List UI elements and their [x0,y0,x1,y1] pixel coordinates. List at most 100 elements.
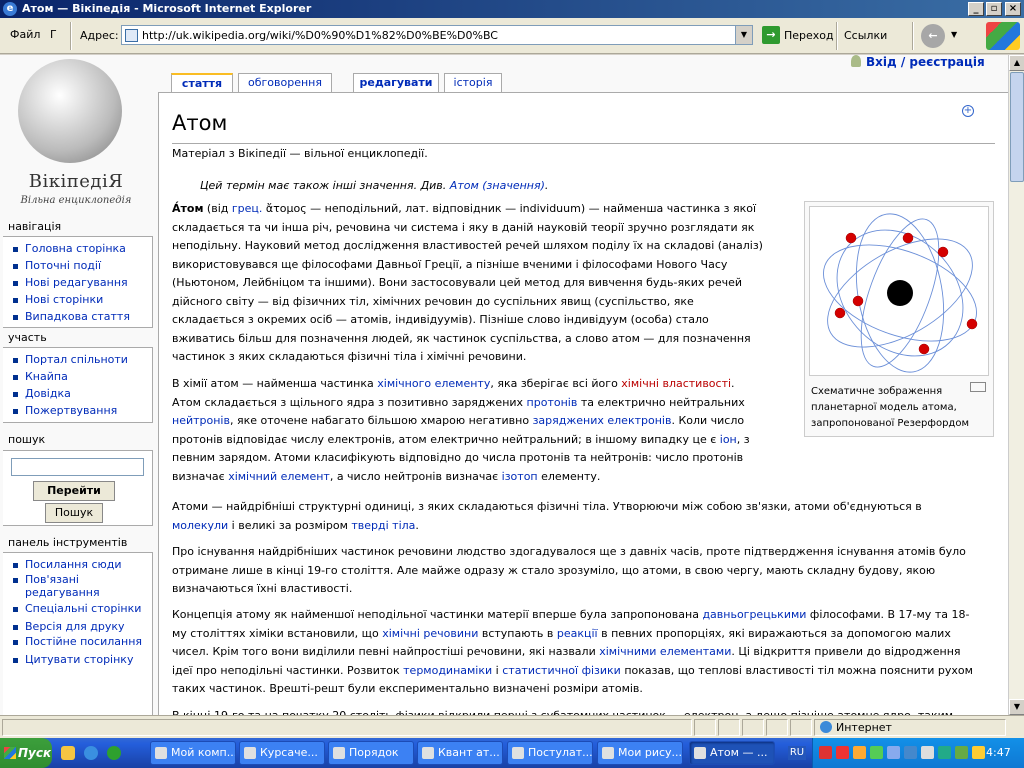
tray-icon[interactable] [836,746,849,759]
url-input[interactable] [142,28,732,43]
window-title: Атом — Вікіпедія - Microsoft Internet Ex… [22,2,312,15]
electrons-link[interactable]: заряджених електронів [533,414,672,427]
go-button[interactable]: → Переход [762,26,834,46]
atom-model-icon [823,213,978,373]
greek-link[interactable]: грец. [232,202,263,215]
text: . [415,518,419,532]
close-button[interactable]: × [1005,2,1021,16]
task-ie-window[interactable]: Постулат... [507,741,593,765]
thermodynamics-link[interactable]: термодинаміки [403,664,492,677]
minimize-button[interactable]: _ [968,2,984,16]
nav-help[interactable]: Довідка [11,385,152,402]
vertical-scrollbar[interactable]: ▲ ▼ [1008,55,1024,715]
scroll-thumb[interactable] [1010,72,1024,182]
search-button[interactable]: Пошук [45,503,103,523]
menu-file[interactable]: Файл [10,28,40,41]
ion-link[interactable]: іон [720,433,737,446]
task-ie-window[interactable]: Квант ат... [417,741,503,765]
menu-edit[interactable]: Г [50,28,57,41]
dablink-link[interactable]: Атом (значення) [450,179,545,192]
folder-quicklaunch-icon[interactable] [61,746,75,760]
tool-special-pages[interactable]: Спеціальні сторінки [11,602,152,618]
tab-history[interactable]: історія [444,73,502,92]
tab-discussion[interactable]: обговорення [238,73,332,92]
login-link[interactable]: Вхід / реєстрація [851,55,985,69]
molecules-link[interactable]: молекули [172,519,228,532]
page-viewport[interactable]: ВікіпедіЯ Вільна енциклопедія навігація … [0,55,1008,715]
language-indicator[interactable]: RU [788,746,806,760]
start-button[interactable]: Пуск [0,738,52,768]
ancient-greek-link[interactable]: давньогрецькими [702,608,806,621]
tray-icon[interactable] [955,746,968,759]
stat-physics-link[interactable]: статистичної фізики [502,664,621,677]
nav-new-pages[interactable]: Нові сторінки [11,291,152,308]
ie-quicklaunch-icon[interactable] [84,746,98,760]
task-folder[interactable]: Мои рису... [597,741,683,765]
magnify-icon[interactable] [970,382,986,392]
tool-permanent-link[interactable]: Постійне посилання [11,635,152,651]
nav-recent-changes[interactable]: Нові редагування [11,274,152,291]
task-my-computer[interactable]: Мой комп... [150,741,236,765]
address-dropdown-icon[interactable]: ▼ [735,26,752,44]
paragraph-1-line: (Ньютоном, Лейбніцом та іншими). Вони за… [172,276,743,289]
media-quicklaunch-icon[interactable] [107,746,121,760]
atom-image[interactable] [809,206,989,376]
chem-properties-redlink[interactable]: хімічні властивості [621,377,731,390]
nav-donate[interactable]: Пожертвування [11,402,152,419]
chem-substances-link[interactable]: хімічні речовини [382,627,478,640]
back-dropdown-icon[interactable]: ▼ [951,30,957,39]
tab-edit[interactable]: редагувати [353,73,439,92]
wikipedia-logo[interactable]: ВікіпедіЯ Вільна енциклопедія [10,57,140,212]
chem-elements-link[interactable]: хімічними елементами [599,645,731,658]
tray-icon[interactable] [904,746,917,759]
text: . [731,377,735,390]
volume-icon[interactable] [921,746,934,759]
chemical-element-link[interactable]: хімічний елемент [228,470,330,483]
search-go-button[interactable]: Перейти [33,481,115,501]
isotope-link[interactable]: ізотоп [502,470,538,483]
status-cell [718,719,740,736]
tab-article[interactable]: стаття [171,73,233,93]
scroll-down-icon[interactable]: ▼ [1009,699,1024,715]
paragraph-5-line: таких частинок. Врешті-решт були експери… [172,682,643,695]
paragraph-2-line: Атом складається з щільного ядра з позит… [172,394,802,413]
tray-icon[interactable] [938,746,951,759]
neutrons-link[interactable]: нейтронів [172,414,230,427]
paragraph-1-line: використовувався ще філософами Давньої Г… [172,257,728,271]
chem-element-link[interactable]: хімічного елементу [377,377,490,390]
tool-related-changes[interactable]: Пов'язані редагування [11,573,152,602]
tray-icon[interactable] [870,746,883,759]
protons-link[interactable]: протонів [527,396,578,409]
nav-current-events[interactable]: Поточні події [11,257,152,274]
text: , а число нейтронів визначає [329,469,502,483]
nav-main-page[interactable]: Головна сторінка [11,240,152,257]
links-button[interactable]: Ссылки [844,29,887,42]
tool-cite-page[interactable]: Цитувати сторінку [11,651,152,668]
tray-icon[interactable] [819,746,832,759]
nav-random-article[interactable]: Випадкова стаття [11,308,152,325]
tool-printable-version[interactable]: Версія для друку [11,618,152,635]
expand-plus-icon[interactable]: + [962,105,974,117]
task-folder[interactable]: Порядок [328,741,414,765]
text: протонів відповідає числу електронів, ат… [172,432,720,446]
text: му століттях хіміки встановили, що [172,626,383,640]
nav-village-pump[interactable]: Кнайпа [11,368,152,385]
reactions-link[interactable]: реакції [557,627,598,640]
task-atom-active[interactable]: Атом — ... [689,741,775,765]
maximize-button[interactable]: ▫ [986,2,1002,16]
electron [966,318,978,330]
back-arrow-icon[interactable]: ← [921,24,945,48]
paragraph-3-line: Атоми — найдрібніші структурні одиниці, … [172,500,922,513]
task-word-doc[interactable]: Курсаче... [239,741,325,765]
address-bar[interactable]: ▼ [121,25,753,45]
window-title-bar[interactable]: e Атом — Вікіпедія - Microsoft Internet … [0,0,1024,18]
tray-icon[interactable] [853,746,866,759]
atom-figure: Схематичне зображення планетарної модель… [804,201,994,437]
nav-community-portal[interactable]: Портал спільноти [11,351,152,368]
scroll-up-icon[interactable]: ▲ [1009,55,1024,71]
tray-icon[interactable] [887,746,900,759]
tray-icon[interactable] [972,746,985,759]
tool-what-links-here[interactable]: Посилання сюди [11,556,152,573]
solids-link[interactable]: тверді тіла [351,519,415,532]
search-input[interactable] [11,458,144,476]
